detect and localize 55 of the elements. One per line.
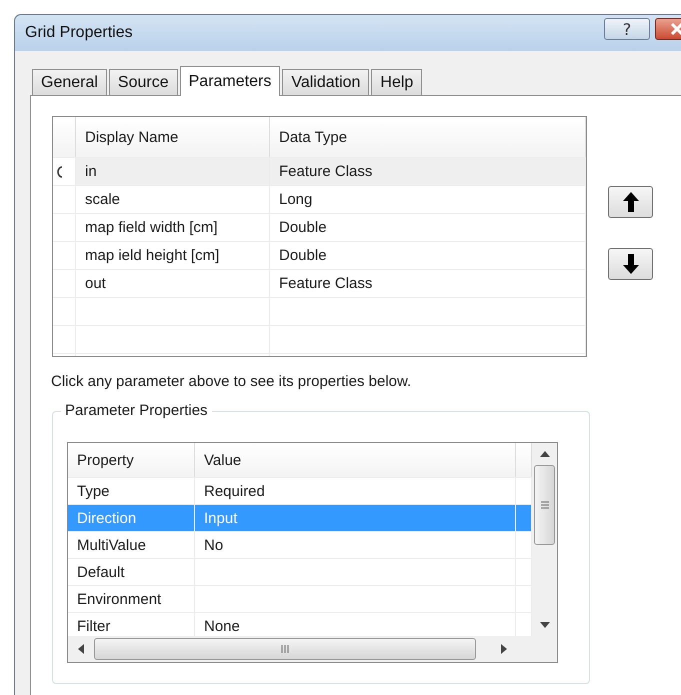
table-cell: Type [68, 478, 195, 504]
table-cell: Default [68, 559, 195, 585]
table-cell: Input [195, 505, 516, 531]
scroll-thumb[interactable] [534, 465, 555, 545]
column-header[interactable]: Data Type [270, 117, 586, 157]
table-cell: scale [76, 186, 270, 213]
table-cell [516, 505, 532, 531]
vertical-scrollbar[interactable] [532, 443, 557, 636]
table-cell: Feature Class [270, 158, 586, 185]
move-down-button[interactable] [608, 248, 653, 280]
table-cell: Required [195, 478, 516, 504]
column-header[interactable]: Display Name [76, 117, 270, 157]
tab[interactable]: Parameters [180, 66, 280, 96]
table-cell: map ield height [cm] [76, 242, 270, 269]
close-icon [670, 23, 681, 35]
arrow-down-icon [622, 254, 638, 274]
table-row[interactable]: map field width [cm] Double [53, 214, 586, 242]
tab[interactable]: Validation [282, 69, 370, 95]
table-row[interactable]: scale Long [53, 186, 586, 214]
table-row[interactable]: Type Required [68, 478, 532, 505]
hint-text: Click any parameter above to see its properties below. [51, 373, 412, 390]
scroll-down-icon[interactable] [540, 622, 550, 628]
table-row[interactable]: map ield height [cm] Double [53, 242, 586, 270]
column-header [516, 443, 532, 477]
table-cell: No [195, 532, 516, 558]
scroll-thumb[interactable] [94, 638, 476, 660]
table-cell: map field width [cm] [76, 214, 270, 241]
table-cell: out [76, 270, 270, 297]
group-title: Parameter Properties [61, 402, 212, 419]
column-header[interactable]: Value [195, 443, 516, 477]
tab[interactable]: Source [108, 69, 178, 95]
scroll-up-icon[interactable] [540, 451, 550, 457]
table-cell: Feature Class [270, 270, 586, 297]
table-row[interactable]: MultiValue No [68, 532, 532, 559]
table-cell: Direction [68, 505, 195, 531]
move-up-button[interactable] [608, 186, 653, 218]
column-header[interactable]: Property [68, 443, 195, 477]
table-row[interactable]: out Feature Class [53, 270, 586, 298]
tab[interactable]: Help [371, 69, 422, 95]
arrow-up-icon [622, 192, 638, 212]
scroll-left-icon[interactable] [78, 644, 84, 654]
table-cell: in [76, 158, 270, 185]
table-cell: Environment [68, 586, 195, 612]
table-row[interactable]: in Feature Class [53, 158, 586, 186]
table-cell: Double [270, 242, 586, 269]
table-row[interactable]: Environment [68, 586, 532, 613]
window-title: Grid Properties [25, 24, 134, 42]
table-cell: Long [270, 186, 586, 213]
horizontal-scrollbar[interactable] [68, 636, 532, 662]
help-button[interactable]: ? [604, 18, 650, 40]
scroll-right-icon[interactable] [501, 644, 507, 654]
tab[interactable]: General [32, 69, 107, 95]
table-cell: MultiValue [68, 532, 195, 558]
table-row[interactable]: Default [68, 559, 532, 586]
table-cell: Double [270, 214, 586, 241]
